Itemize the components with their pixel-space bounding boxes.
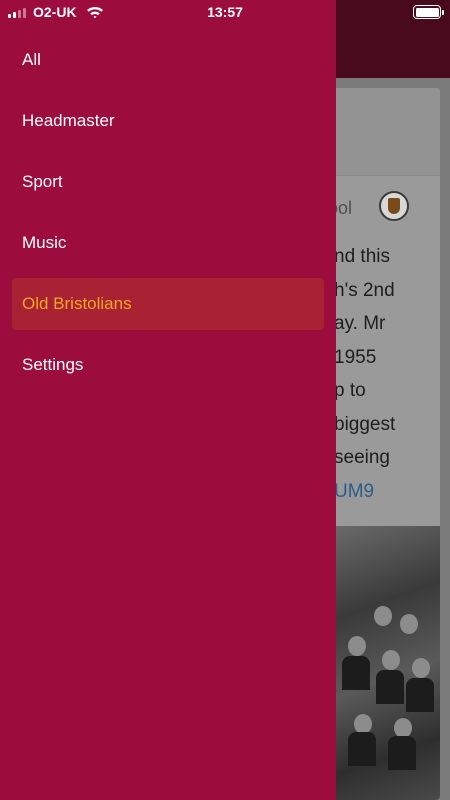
battery-full-icon bbox=[413, 5, 444, 19]
photo-detail bbox=[354, 714, 372, 734]
drawer-item-label: Music bbox=[22, 233, 67, 252]
drawer-item-sport[interactable]: Sport bbox=[12, 156, 324, 208]
photo-detail bbox=[348, 636, 366, 656]
post-line: 1955 bbox=[334, 346, 377, 368]
status-bar: O2-UK 13:57 bbox=[0, 0, 450, 24]
post-line: nd this bbox=[334, 246, 390, 267]
post-line: ay. Mr bbox=[334, 313, 386, 334]
drawer-item-label: All bbox=[22, 50, 41, 69]
drawer-item-label: Headmaster bbox=[22, 111, 115, 130]
clock: 13:57 bbox=[207, 4, 243, 20]
navigation-drawer: All Headmaster Sport Music Old Bristolia… bbox=[0, 0, 336, 800]
post-line: p to bbox=[334, 380, 366, 401]
photo-detail bbox=[412, 658, 430, 678]
photo-detail bbox=[348, 732, 376, 766]
post-line: biggest bbox=[334, 413, 396, 435]
drawer-item-label: Old Bristolians bbox=[22, 294, 132, 313]
photo-detail bbox=[342, 656, 370, 690]
drawer-item-headmaster[interactable]: Headmaster bbox=[12, 95, 324, 147]
school-crest-icon bbox=[379, 191, 409, 221]
post-body-text: nd this h's 2nd ay. Mr 1955 p to biggest… bbox=[334, 240, 440, 508]
post-line: seeing bbox=[334, 447, 390, 468]
post-photo[interactable] bbox=[334, 526, 440, 800]
post-line: h's 2nd bbox=[334, 279, 395, 301]
drawer-item-old-bristolians[interactable]: Old Bristolians bbox=[12, 278, 324, 330]
drawer-item-settings[interactable]: Settings bbox=[12, 339, 324, 391]
photo-detail bbox=[406, 678, 434, 712]
photo-detail bbox=[394, 718, 412, 738]
drawer-item-label: Settings bbox=[22, 355, 84, 374]
photo-detail bbox=[376, 670, 404, 704]
post-link[interactable]: UM9 bbox=[334, 481, 374, 502]
photo-detail bbox=[382, 650, 400, 670]
drawer-item-music[interactable]: Music bbox=[12, 217, 324, 269]
drawer-item-label: Sport bbox=[22, 172, 63, 191]
drawer-item-all[interactable]: All bbox=[12, 34, 324, 86]
photo-detail bbox=[388, 736, 416, 770]
photo-detail bbox=[400, 614, 418, 634]
photo-detail bbox=[374, 606, 392, 626]
